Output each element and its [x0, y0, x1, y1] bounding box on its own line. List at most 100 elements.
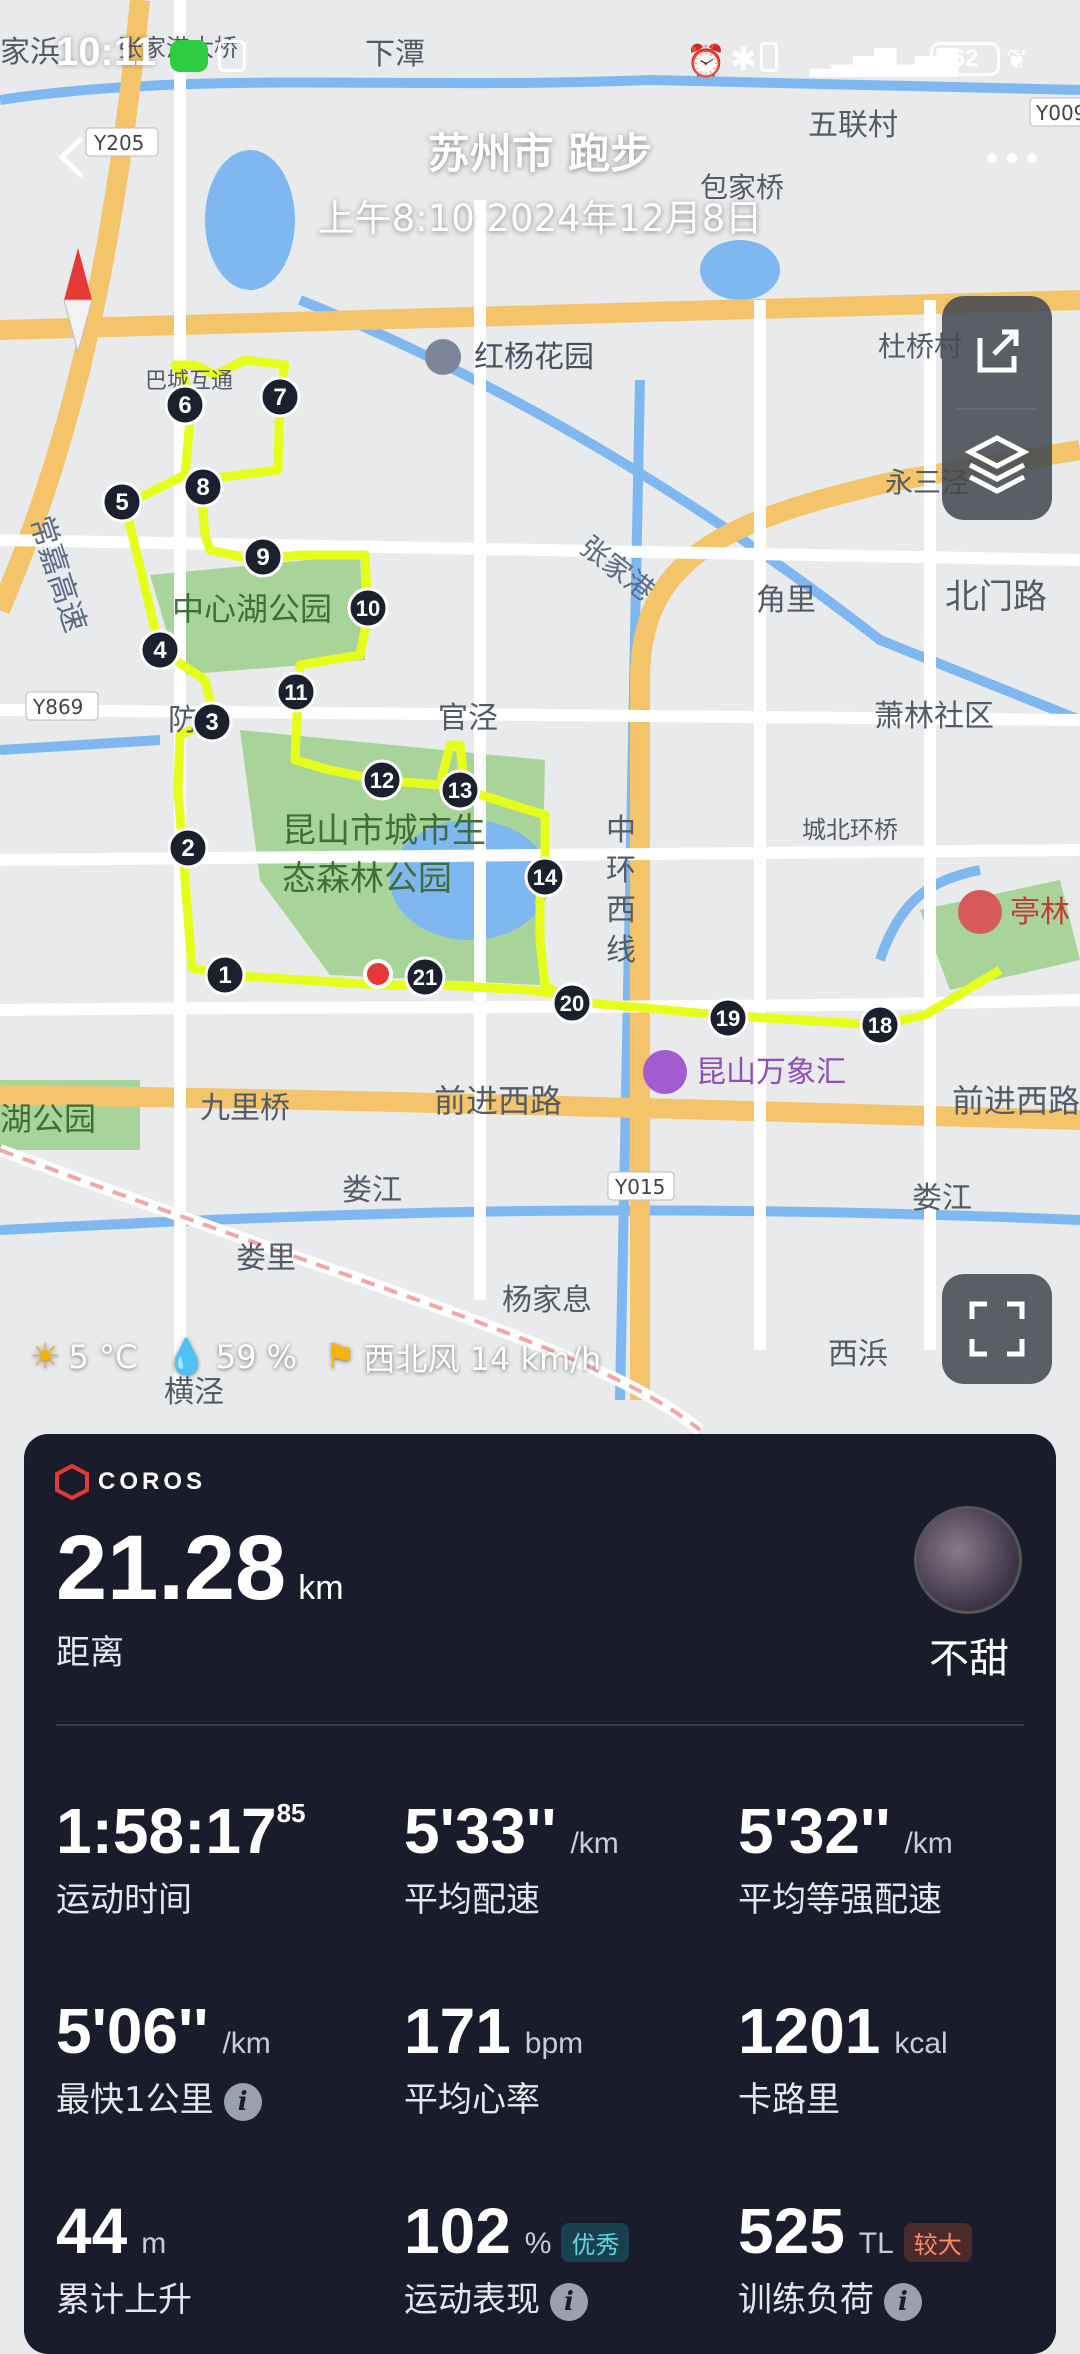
- avatar[interactable]: [914, 1506, 1022, 1614]
- share-button[interactable]: [942, 296, 1052, 406]
- map-label: 官泾: [438, 701, 498, 736]
- map-label: 红杨花园: [474, 340, 594, 375]
- battery-icon: 62: [930, 42, 1000, 76]
- km-marker: 6: [164, 384, 206, 426]
- stat-label: 累计上升: [56, 2272, 192, 2321]
- map-label: 角里: [756, 583, 816, 618]
- poi-icon: [958, 890, 1002, 934]
- stat-label: 平均配速: [404, 1872, 619, 1921]
- stat-label: 平均心率: [404, 2072, 583, 2121]
- weather-bar: ☀ 5 °C 💧 59 % ⚑ 西北风 14 km/h: [30, 1332, 609, 1382]
- distance-label: 距离: [56, 1633, 124, 1673]
- coros-logo: COROS: [54, 1464, 206, 1500]
- stat-label-text: 训练负荷: [738, 2280, 874, 2320]
- km-marker-label: 5: [115, 489, 128, 516]
- stat-value: 5'06'': [56, 1995, 209, 2067]
- map-label: 北门路: [945, 577, 1047, 617]
- km-marker-label: 11: [284, 680, 307, 705]
- start-point: [363, 959, 393, 989]
- humidity: 59 %: [215, 1338, 297, 1376]
- brand-name: COROS: [98, 1468, 207, 1495]
- stat-unit: /km: [570, 1827, 619, 1860]
- notification-icon: [218, 40, 246, 72]
- road-badge: Y869: [32, 695, 83, 719]
- map-label: 杨家息: [502, 1283, 592, 1318]
- alarm-icon: ⏰: [686, 43, 726, 79]
- stat-item: 1:58:17 85 运动时间: [56, 1794, 306, 1921]
- temperature: 5 °C: [68, 1338, 138, 1376]
- info-icon[interactable]: i: [223, 2082, 262, 2121]
- summary-card: COROS 21.28 km 距离 不甜 1:58:17 85 运动时间 5'33''…: [24, 1434, 1056, 2354]
- km-marker-label: 7: [273, 384, 286, 411]
- km-marker: 13: [439, 769, 481, 811]
- map-label: 九里桥: [200, 1091, 290, 1126]
- map-label: 娄里: [236, 1241, 296, 1276]
- map-label: 中: [606, 813, 636, 848]
- stat-label: 最快1公里 i: [56, 2072, 271, 2121]
- wechat-icon: [170, 40, 208, 72]
- km-marker-label: 14: [533, 865, 558, 890]
- stat-value: 525: [738, 2195, 845, 2267]
- km-marker: 2: [167, 827, 209, 869]
- stat-item: 5'06'' /km 最快1公里 i: [56, 1994, 271, 2121]
- map-label: 娄江: [342, 1173, 402, 1208]
- stat-label-text: 卡路里: [738, 2080, 840, 2120]
- km-marker: 1: [204, 954, 246, 996]
- stat-tag: 较大: [903, 2223, 972, 2262]
- stat-label-text: 平均配速: [404, 1880, 540, 1920]
- more-button[interactable]: [980, 140, 1050, 180]
- stat-item: 5'32'' /km 平均等强配速: [738, 1794, 953, 1921]
- km-marker-label: 4: [153, 637, 167, 664]
- page-subtitle: 上午8:10 2024年12月8日: [317, 197, 763, 240]
- stat-label-text: 运动表现: [404, 2280, 540, 2320]
- km-marker-label: 13: [448, 778, 472, 803]
- info-icon[interactable]: i: [884, 2282, 922, 2321]
- stat-item: 44 m 累计上升: [56, 2194, 192, 2321]
- map-label: 前进西路: [434, 1082, 562, 1120]
- map-label: 湖公园: [0, 1100, 96, 1138]
- km-marker: 14: [524, 856, 566, 898]
- stat-label-text: 平均等强配速: [738, 1880, 942, 1920]
- fullscreen-button[interactable]: [942, 1274, 1052, 1384]
- map-label: 西: [606, 893, 636, 928]
- stat-label-text: 平均心率: [404, 2080, 540, 2120]
- distance-unit: km: [298, 1569, 344, 1607]
- coros-logo-icon: [55, 1464, 89, 1500]
- road-badge: Y015: [614, 1175, 665, 1199]
- map-label: 娄江: [912, 1181, 972, 1216]
- stat-unit: TL: [858, 2227, 894, 2260]
- share-icon: [977, 329, 1019, 373]
- stat-value: 44: [56, 2195, 128, 2267]
- stat-unit: /km: [222, 2027, 271, 2060]
- km-marker: 12: [361, 759, 403, 801]
- km-marker-label: 12: [370, 768, 394, 793]
- km-marker: 3: [191, 701, 233, 743]
- map-label: 中心湖公园: [172, 590, 332, 628]
- stat-item: 102% 优秀 运动表现 i: [404, 2194, 630, 2321]
- km-marker-label: 8: [196, 474, 209, 501]
- user-name: 不甜: [929, 1636, 1009, 1682]
- more-dots-icon: [987, 153, 1037, 163]
- poi-icon: [425, 339, 461, 375]
- km-marker-label: 10: [356, 596, 380, 621]
- km-marker: 10: [347, 587, 389, 629]
- km-marker: 5: [101, 481, 143, 523]
- layers-icon: [964, 435, 1030, 494]
- stat-unit: bpm: [524, 2027, 584, 2060]
- km-marker-label: 6: [178, 392, 191, 419]
- km-marker: 18: [859, 1004, 901, 1046]
- km-marker-label: 20: [560, 991, 584, 1016]
- km-marker: 21: [404, 956, 446, 998]
- map-label: 环: [606, 853, 636, 888]
- layers-button[interactable]: [942, 410, 1052, 520]
- stat-item: 1201 kcal 卡路里: [738, 1994, 948, 2121]
- stat-value: 1201: [738, 1995, 881, 2067]
- humidity-icon: 💧: [165, 1337, 208, 1377]
- info-icon[interactable]: i: [550, 2282, 588, 2321]
- stat-value-sup: 85: [276, 1798, 306, 1828]
- distance-value: 21.28: [56, 1517, 287, 1619]
- km-marker-label: 18: [868, 1013, 892, 1038]
- stat-item: 5'33'' /km 平均配速: [404, 1794, 619, 1921]
- km-marker: 7: [259, 376, 301, 418]
- stat-label: 运动表现 i: [404, 2272, 629, 2321]
